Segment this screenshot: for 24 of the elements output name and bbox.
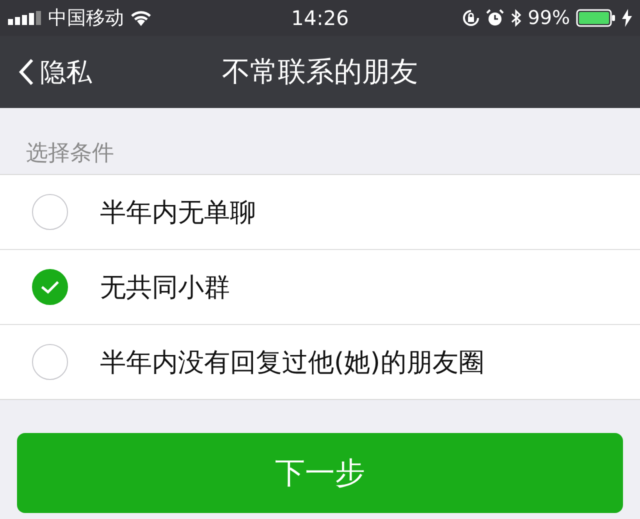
- battery-icon: [576, 9, 616, 27]
- checked-radio[interactable]: [32, 269, 68, 305]
- chevron-icon: [18, 58, 34, 86]
- clock-time: 14:26: [291, 6, 349, 30]
- option-row[interactable]: 半年内没有回复过他(她)的朋友圈: [0, 325, 640, 399]
- section-header: 选择条件: [25, 140, 115, 168]
- option-row[interactable]: 无共同小群: [0, 250, 640, 325]
- wifi-icon: [130, 10, 152, 26]
- option-label: 无共同小群: [100, 272, 230, 304]
- carrier-name: 中国移动: [48, 6, 124, 31]
- radio-button[interactable]: [32, 194, 68, 230]
- rotation-lock-icon: [462, 9, 480, 27]
- option-label: 半年内没有回复过他(她)的朋友圈: [100, 346, 484, 380]
- alarm-icon: [486, 9, 504, 27]
- option-row[interactable]: 半年内无单聊: [0, 175, 640, 250]
- charging-icon: [622, 9, 632, 27]
- bluetooth-icon: [510, 9, 522, 27]
- signal-icon: [8, 11, 42, 25]
- check-icon: [40, 279, 60, 295]
- radio-button[interactable]: [32, 344, 68, 380]
- page-title: 不常联系的朋友: [222, 54, 418, 90]
- back-button[interactable]: 隐私: [0, 54, 92, 90]
- battery-percentage: 99%: [528, 7, 570, 29]
- option-label: 半年内无单聊: [100, 196, 256, 230]
